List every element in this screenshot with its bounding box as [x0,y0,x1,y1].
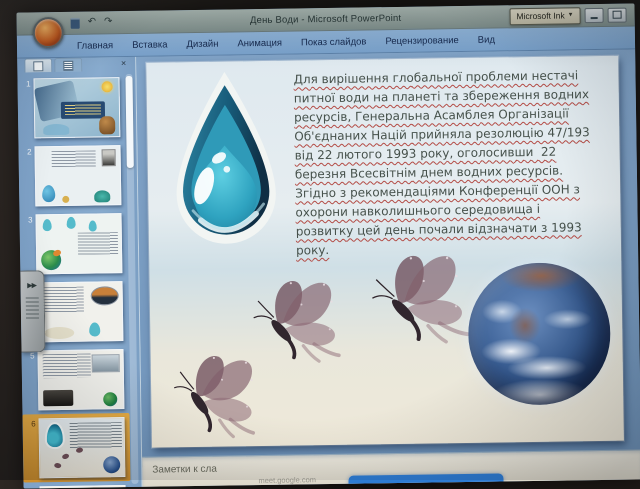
chevron-down-icon: ▼ [567,12,574,19]
microsoft-ink-label: Microsoft Ink [516,10,565,22]
thumbnail-image [34,145,122,207]
close-pane-icon[interactable]: × [121,58,126,68]
outline-pane-icon [63,60,74,71]
quick-access-toolbar: ↶ ↷ [70,16,113,29]
minimize-icon [590,16,598,19]
popout-text-lines [25,297,39,320]
thumbnail-image [36,281,124,343]
powerpoint-window: ↶ ↷ День Води - Microsoft PowerPoint Mic… [16,3,640,489]
window-controls: Microsoft Ink ▼ [509,6,634,25]
thumbnail-image [35,213,123,275]
slide-thumbnail-7[interactable]: 7 [26,485,129,489]
save-icon[interactable] [70,17,80,29]
slide-thumbnail-1[interactable]: 1 [19,77,122,139]
slide-number: 2 [27,147,32,157]
slide-number: 7 [26,486,37,488]
slide-thumbnail-2[interactable]: 2 [20,145,123,207]
fast-forward-icon: ▶▶ [27,282,37,290]
tab-home[interactable]: Главная [77,40,113,52]
slides-pane-icon [33,60,44,71]
tab-slides-pane[interactable] [24,58,53,73]
tab-outline-pane[interactable] [54,57,83,73]
thumbnail-image [37,349,125,411]
notes-pane[interactable]: Заметки к сла meet.google.com [142,449,640,488]
water-drop-image[interactable] [162,65,289,265]
minimize-button[interactable] [584,7,604,23]
slide-thumbnail-6-selected[interactable]: 6 [25,417,128,479]
slide-thumbnail-5[interactable]: 5 [24,349,127,411]
thumbnail-image [38,417,126,479]
slide-text-block[interactable]: Для вирішення глобальної проблеми нестач… [293,66,619,261]
restore-icon [612,10,622,19]
slide-number: 6 [31,419,36,429]
slide-number: 1 [26,79,31,89]
slide-canvas[interactable]: Для вирішення глобальної проблеми нестач… [146,55,624,448]
tab-view[interactable]: Вид [478,34,495,45]
thumbnail-image [39,485,127,489]
slide-thumbnail-3[interactable]: 3 [21,213,124,275]
tab-review[interactable]: Рецензирование [385,35,459,47]
notes-label: Заметки к сла [152,463,217,476]
undo-icon[interactable]: ↶ [88,16,97,27]
butterfly-image[interactable] [362,245,475,352]
screen-share-text: meet.google.com [258,475,317,486]
butterfly-image[interactable] [168,350,263,440]
tab-slideshow[interactable]: Показ слайдов [301,36,367,48]
popout-tool-tab[interactable]: ▶▶ [19,270,46,353]
thumbnail-image [33,77,121,139]
slide-number: 3 [28,215,33,225]
earth-image[interactable] [467,261,612,406]
tab-animation[interactable]: Анимация [237,37,282,49]
slides-pane: × 1 2 3 5 6 ▶▶ [17,56,143,489]
scrollbar-thumb[interactable] [125,75,134,168]
sun-art [101,81,113,93]
tab-design[interactable]: Дизайн [186,38,218,49]
pane-tabs: × [17,57,135,73]
slide-editing-area: Для вирішення глобальної проблеми нестач… [136,49,640,457]
redo-icon[interactable]: ↷ [104,16,113,27]
restore-button[interactable] [607,7,627,23]
microsoft-ink-button[interactable]: Microsoft Ink ▼ [509,6,581,25]
tab-insert[interactable]: Вставка [132,39,167,51]
